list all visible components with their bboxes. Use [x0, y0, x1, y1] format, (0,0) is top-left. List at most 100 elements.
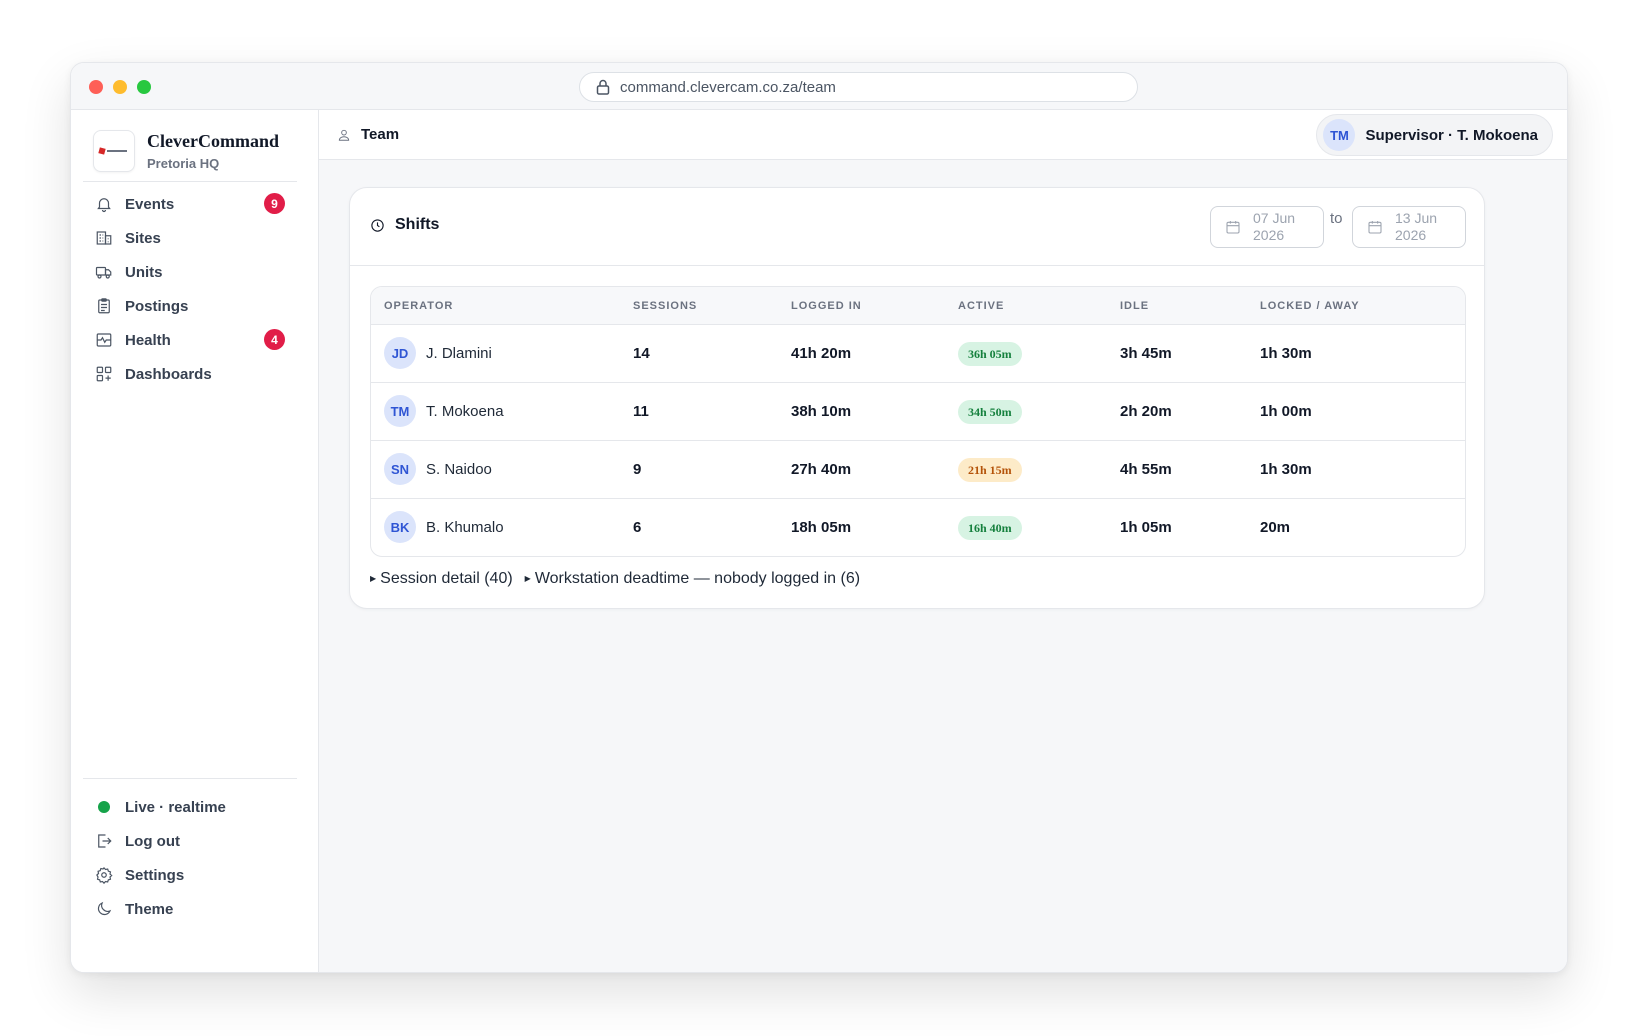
from-date-input[interactable]: 07 Jun 2026 [1210, 206, 1324, 248]
page-title: Team [337, 126, 399, 143]
user-icon [338, 129, 350, 141]
clipboard-icon [98, 298, 110, 314]
shifts-title: Shifts [370, 216, 439, 234]
sidebar-item-label: Postings [125, 297, 189, 315]
shifts-table: OPERATOR SESSIONS LOGGED IN ACTIVE IDLE … [370, 286, 1466, 557]
session-detail-toggle[interactable]: ▶ Session detail (40) [370, 570, 513, 588]
sidebar-item-label: Sites [125, 229, 161, 247]
operator-name: T. Mokoena [426, 402, 504, 420]
shifts-card-header: Shifts 07 Jun 2026 to 13 Jun 2026 [350, 188, 1484, 266]
gear-icon [96, 866, 113, 884]
operator-cell: BK B. Khumalo [384, 511, 504, 543]
logout-icon [98, 834, 112, 848]
logged-in-cell: 27h 40m [791, 461, 852, 478]
logged-in-cell: 41h 20m [791, 345, 852, 362]
column-header-active[interactable]: ACTIVE [958, 300, 1004, 312]
address-bar[interactable]: command.clevercam.co.za/team [579, 72, 1138, 102]
column-header-logged-in[interactable]: LOGGED IN [791, 300, 862, 312]
locked-away-cell: 1h 30m [1260, 461, 1312, 478]
logged-in-cell: 18h 05m [791, 519, 852, 536]
sidebar-divider [83, 181, 297, 182]
table-row[interactable]: JD J. Dlamini 14 41h 20m 36h 05m 3h 45m … [371, 325, 1465, 383]
browser-window: command.clevercam.co.za/team CleverComma… [70, 62, 1568, 973]
sessions-cell: 6 [633, 519, 642, 536]
events-count-badge: 9 [264, 193, 285, 214]
sidebar-item-events[interactable]: Events 9 [83, 187, 297, 221]
settings-label: Settings [125, 866, 185, 884]
column-header-sessions[interactable]: SESSIONS [633, 300, 697, 312]
page-title-text: Team [361, 126, 400, 143]
avatar: SN [384, 453, 416, 485]
date-range-separator: to [1330, 210, 1343, 227]
close-window-button[interactable] [89, 80, 103, 94]
active-time-badge: 21h 15m [958, 458, 1022, 482]
live-status-label: Live · realtime [125, 798, 226, 816]
pulse-icon [96, 333, 112, 347]
logged-in-cell: 38h 10m [791, 403, 852, 420]
idle-cell: 2h 20m [1120, 403, 1172, 420]
brand-subtitle: Pretoria HQ [147, 156, 220, 171]
top-bar: Team TM Supervisor · T. Mokoena [319, 110, 1567, 160]
shifts-title-text: Shifts [395, 216, 440, 233]
sidebar-item-label: Events [125, 195, 175, 213]
live-status: Live · realtime [83, 790, 297, 824]
operator-name: B. Khumalo [426, 518, 504, 536]
disclosure-triangle-icon: ▶ [370, 574, 377, 584]
main-nav: Events 9 Sites Units Postings Health 4 D… [83, 187, 297, 391]
from-date-value: 07 Jun 2026 [1253, 210, 1296, 243]
lock-icon [596, 79, 610, 95]
active-time-badge: 16h 40m [958, 516, 1022, 540]
theme-toggle[interactable]: Theme [83, 892, 297, 926]
table-row[interactable]: TM T. Mokoena 11 38h 10m 34h 50m 2h 20m … [371, 383, 1465, 441]
sessions-cell: 9 [633, 461, 642, 478]
operator-cell: JD J. Dlamini [384, 337, 492, 369]
deadtime-toggle[interactable]: ▶ Workstation deadtime — nobody logged in… [525, 570, 860, 588]
idle-cell: 4h 55m [1120, 461, 1172, 478]
logout-label: Log out [125, 832, 180, 850]
building-icon [96, 231, 112, 245]
brand-logo [93, 130, 135, 172]
sidebar-item-postings[interactable]: Postings [83, 289, 297, 323]
bell-icon [97, 198, 111, 213]
operator-name: J. Dlamini [426, 344, 492, 362]
settings-button[interactable]: Settings [83, 858, 297, 892]
logout-button[interactable]: Log out [83, 824, 297, 858]
idle-cell: 3h 45m [1120, 345, 1172, 362]
sidebar-item-health[interactable]: Health 4 [83, 323, 297, 357]
url-text: command.clevercam.co.za/team [620, 78, 836, 96]
table-row[interactable]: BK B. Khumalo 6 18h 05m 16h 40m 1h 05m 2… [371, 499, 1465, 556]
column-header-idle[interactable]: IDLE [1120, 300, 1149, 312]
calendar-icon [1368, 221, 1382, 234]
browser-titlebar: command.clevercam.co.za/team [71, 63, 1567, 110]
active-time-badge: 34h 50m [958, 400, 1022, 424]
theme-label: Theme [125, 900, 174, 918]
table-row[interactable]: SN S. Naidoo 9 27h 40m 21h 15m 4h 55m 1h… [371, 441, 1465, 499]
sidebar-item-dashboards[interactable]: Dashboards [83, 357, 297, 391]
operator-name: S. Naidoo [426, 460, 492, 478]
minimize-window-button[interactable] [113, 80, 127, 94]
column-header-locked-away[interactable]: LOCKED / AWAY [1260, 300, 1360, 312]
locked-away-cell: 1h 30m [1260, 345, 1312, 362]
avatar: TM [384, 395, 416, 427]
user-menu[interactable]: TM Supervisor · T. Mokoena [1316, 114, 1553, 156]
brand[interactable]: CleverCommand Pretoria HQ [93, 130, 279, 172]
avatar: TM [1323, 119, 1356, 151]
shifts-card: Shifts 07 Jun 2026 to 13 Jun 2026 OPERAT… [349, 187, 1485, 609]
moon-icon [97, 901, 112, 916]
column-header-operator[interactable]: OPERATOR [384, 300, 453, 312]
calendar-icon [1226, 221, 1240, 234]
sidebar-item-units[interactable]: Units [83, 255, 297, 289]
user-label: Supervisor · T. Mokoena [1365, 126, 1538, 144]
active-time-badge: 36h 05m [958, 342, 1022, 366]
locked-away-cell: 20m [1260, 519, 1291, 536]
to-date-input[interactable]: 13 Jun 2026 [1352, 206, 1466, 248]
sidebar-item-sites[interactable]: Sites [83, 221, 297, 255]
main-content: Team TM Supervisor · T. Mokoena Shifts 0… [319, 110, 1567, 972]
table-header: OPERATOR SESSIONS LOGGED IN ACTIVE IDLE … [371, 287, 1465, 325]
sidebar: CleverCommand Pretoria HQ Events 9 Sites… [71, 110, 319, 972]
operator-cell: SN S. Naidoo [384, 453, 492, 485]
sidebar-item-label: Dashboards [125, 365, 212, 383]
sidebar-divider [83, 778, 297, 779]
maximize-window-button[interactable] [137, 80, 151, 94]
clock-icon [371, 218, 384, 232]
